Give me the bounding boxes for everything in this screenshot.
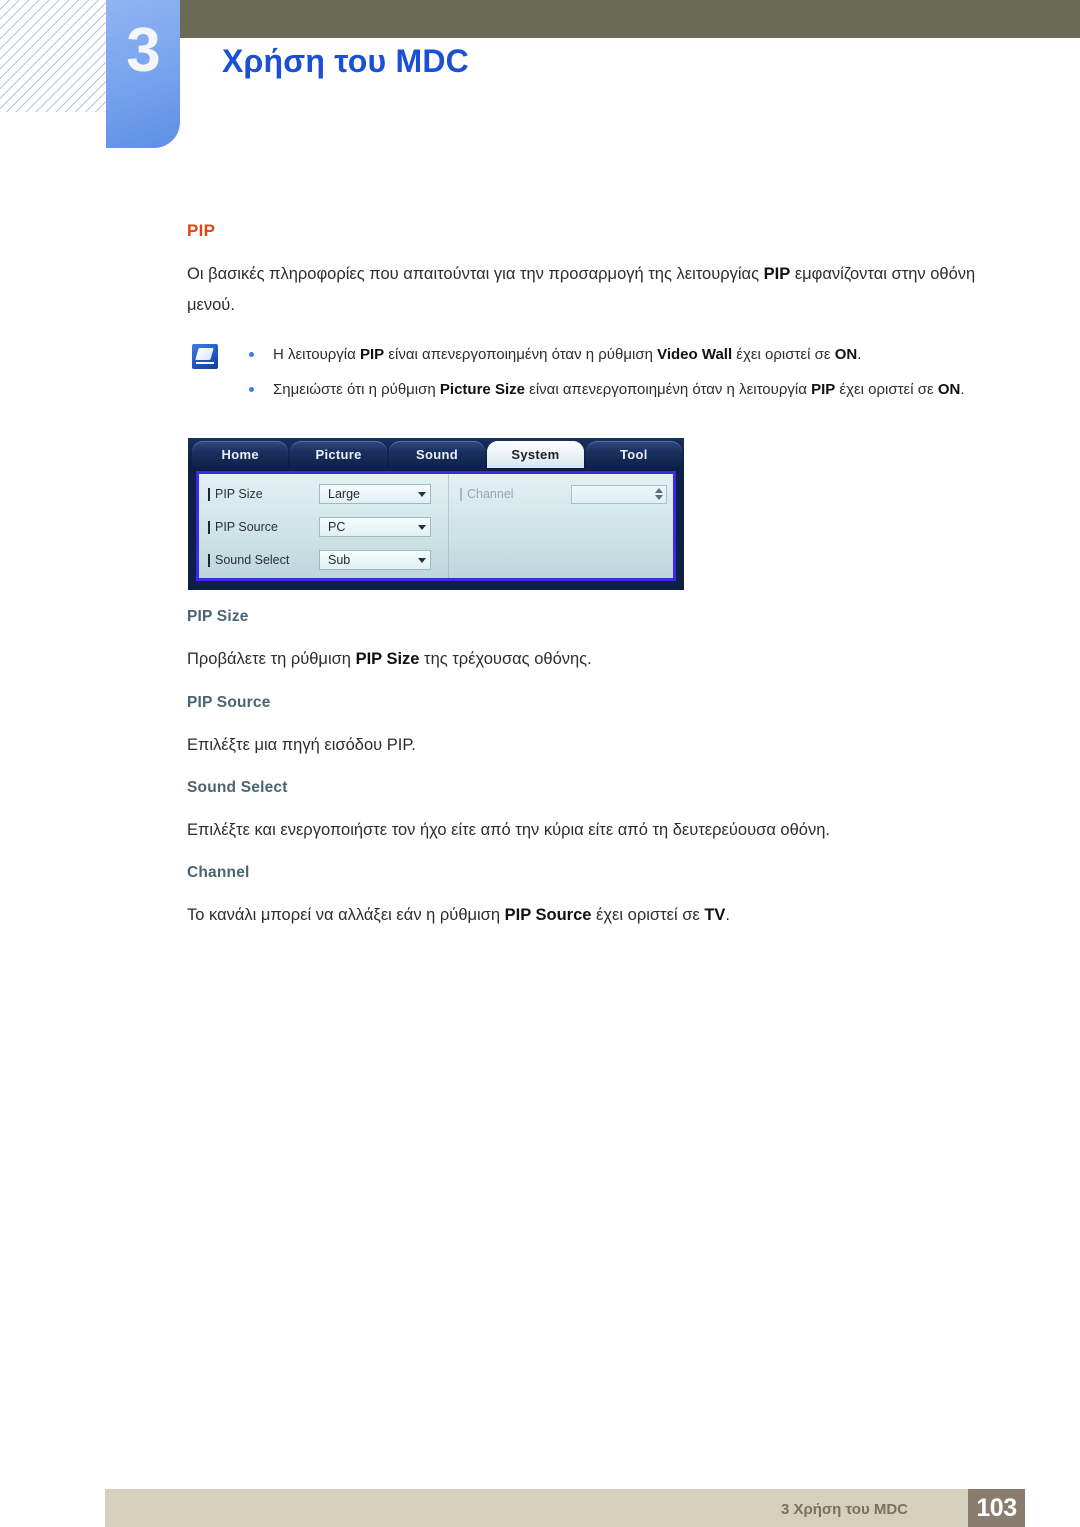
osd-tab-home[interactable]: Home [192,441,289,468]
osd-label-sound-select: Sound Select [207,553,319,567]
sub2-text-1: Επιλέξτε και ενεργοποιήστε τον ήχο είτε … [187,821,830,839]
osd-select-pip-source[interactable]: PC [319,517,431,537]
section-title-pip: PIP [187,221,216,240]
osd-row-pip-size: PIP Size Large [207,483,448,505]
sub3-text-3: . [725,906,731,924]
subsection-body-sound-select: Επιλέξτε και ενεργοποιήστε τον ήχο είτε … [187,816,1017,845]
decorative-hatch-pattern [0,0,106,112]
osd-right-column: Channel [448,474,673,578]
osd-label-pip-size: PIP Size [207,487,319,501]
chevron-down-icon [418,557,426,563]
sub0-bold-1: PIP Size [355,650,420,668]
sub1-text-1: Επιλέξτε μια πηγή εισόδου PIP. [187,736,416,754]
subsection-body-pip-size: Προβάλετε τη ρύθμιση PIP Size της τρέχου… [187,645,1017,674]
subsection-body-pip-source: Επιλέξτε μια πηγή εισόδου PIP. [187,731,1017,760]
osd-row-channel: Channel [459,483,667,505]
chapter-number: 3 [126,16,160,85]
osd-row-sound-select: Sound Select Sub [207,549,448,571]
intro-text-1: Οι βασικές πληροφορίες που απαιτούνται γ… [187,265,764,283]
note-text-3: έχει οριστεί σε [835,381,938,398]
subsection-heading-sound-select: Sound Select [187,779,288,796]
note-block: Η λειτουργία PIP είναι απενεργοποιημένη … [187,340,1007,410]
note-bold-1: Picture Size [439,381,525,398]
spinner-down-icon[interactable] [655,495,663,500]
osd-select-pip-size[interactable]: Large [319,484,431,504]
note-text-1: Σημειώστε ότι η ρύθμιση [273,381,440,398]
osd-select-pip-size-value: Large [328,487,360,501]
subsection-heading-pip-size: PIP Size [187,608,249,625]
note-bold-2: PIP [811,381,836,398]
subsection-body-channel: Το κανάλι μπορεί να αλλάξει εάν η ρύθμισ… [187,901,1017,930]
spinner-up-icon[interactable] [655,488,663,493]
osd-label-channel: Channel [459,487,571,501]
chapter-number-badge: 3 [106,0,180,148]
osd-tab-sound[interactable]: Sound [388,441,486,468]
osd-select-pip-source-value: PC [328,520,346,534]
osd-row-pip-source: PIP Source PC [207,516,448,538]
osd-select-sound-select[interactable]: Sub [319,550,431,570]
note-text-1: Η λειτουργία [273,346,360,363]
osd-tab-picture[interactable]: Picture [290,441,387,468]
sub3-bold-2: TV [704,906,726,924]
subsection-heading-pip-source: PIP Source [187,694,271,711]
list-item: Η λειτουργία PIP είναι απενεργοποιημένη … [187,340,1007,369]
spinner-arrows-icon[interactable] [655,488,663,500]
sub3-text-1: Το κανάλι μπορεί να αλλάξει εάν η ρύθμισ… [187,906,505,924]
sub0-text-1: Προβάλετε τη ρύθμιση [187,650,356,668]
chevron-down-icon [418,524,426,530]
page-header: 3 Χρήση του MDC [0,0,1080,160]
osd-tab-bar: Home Picture Sound System Tool [188,438,684,468]
list-item: Σημειώστε ότι η ρύθμιση Picture Size είν… [187,375,1007,404]
note-text-3: έχει οριστεί σε [732,346,835,363]
note-bold-3: ON [937,381,961,398]
osd-tab-tool[interactable]: Tool [585,441,683,468]
sub3-text-2: έχει οριστεί σε [591,906,705,924]
header-olive-bar [180,0,1080,38]
intro-paragraph: Οι βασικές πληροφορίες που απαιτούνται γ… [187,259,1007,321]
osd-tab-system[interactable]: System [487,441,584,468]
note-text-2: είναι απενεργοποιημένη όταν η ρύθμιση [384,346,658,363]
bullet-icon [249,387,254,392]
page-number-box: 103 [968,1489,1025,1527]
sub0-text-2: της τρέχουσας οθόνης. [419,650,592,668]
note-bold-3: ON [834,346,858,363]
osd-left-column: PIP Size Large PIP Source PC Sound Selec… [199,474,448,578]
osd-panel: PIP Size Large PIP Source PC Sound Selec… [196,471,676,581]
chevron-down-icon [418,491,426,497]
note-text-4: . [857,346,862,363]
note-bold-1: PIP [359,346,385,363]
note-bold-2: Video Wall [657,346,733,363]
osd-select-sound-select-value: Sub [328,553,351,567]
osd-label-pip-source: PIP Source [207,520,319,534]
osd-spinner-channel[interactable] [571,484,667,504]
osd-menu-screenshot: Home Picture Sound System Tool PIP Size … [188,438,684,590]
subsection-heading-channel: Channel [187,864,250,881]
intro-bold-pip: PIP [763,265,791,283]
page-title: Χρήση του MDC [222,43,469,79]
note-list: Η λειτουργία PIP είναι απενεργοποιημένη … [187,340,1007,404]
page-number: 103 [976,1493,1017,1522]
note-text-2: είναι απενεργοποιημένη όταν η λειτουργία [524,381,812,398]
footer-chapter-label: 3 Χρήση του MDC [780,1501,908,1518]
note-text-4: . [960,381,965,398]
bullet-icon [249,352,254,357]
sub3-bold-1: PIP Source [504,906,592,924]
